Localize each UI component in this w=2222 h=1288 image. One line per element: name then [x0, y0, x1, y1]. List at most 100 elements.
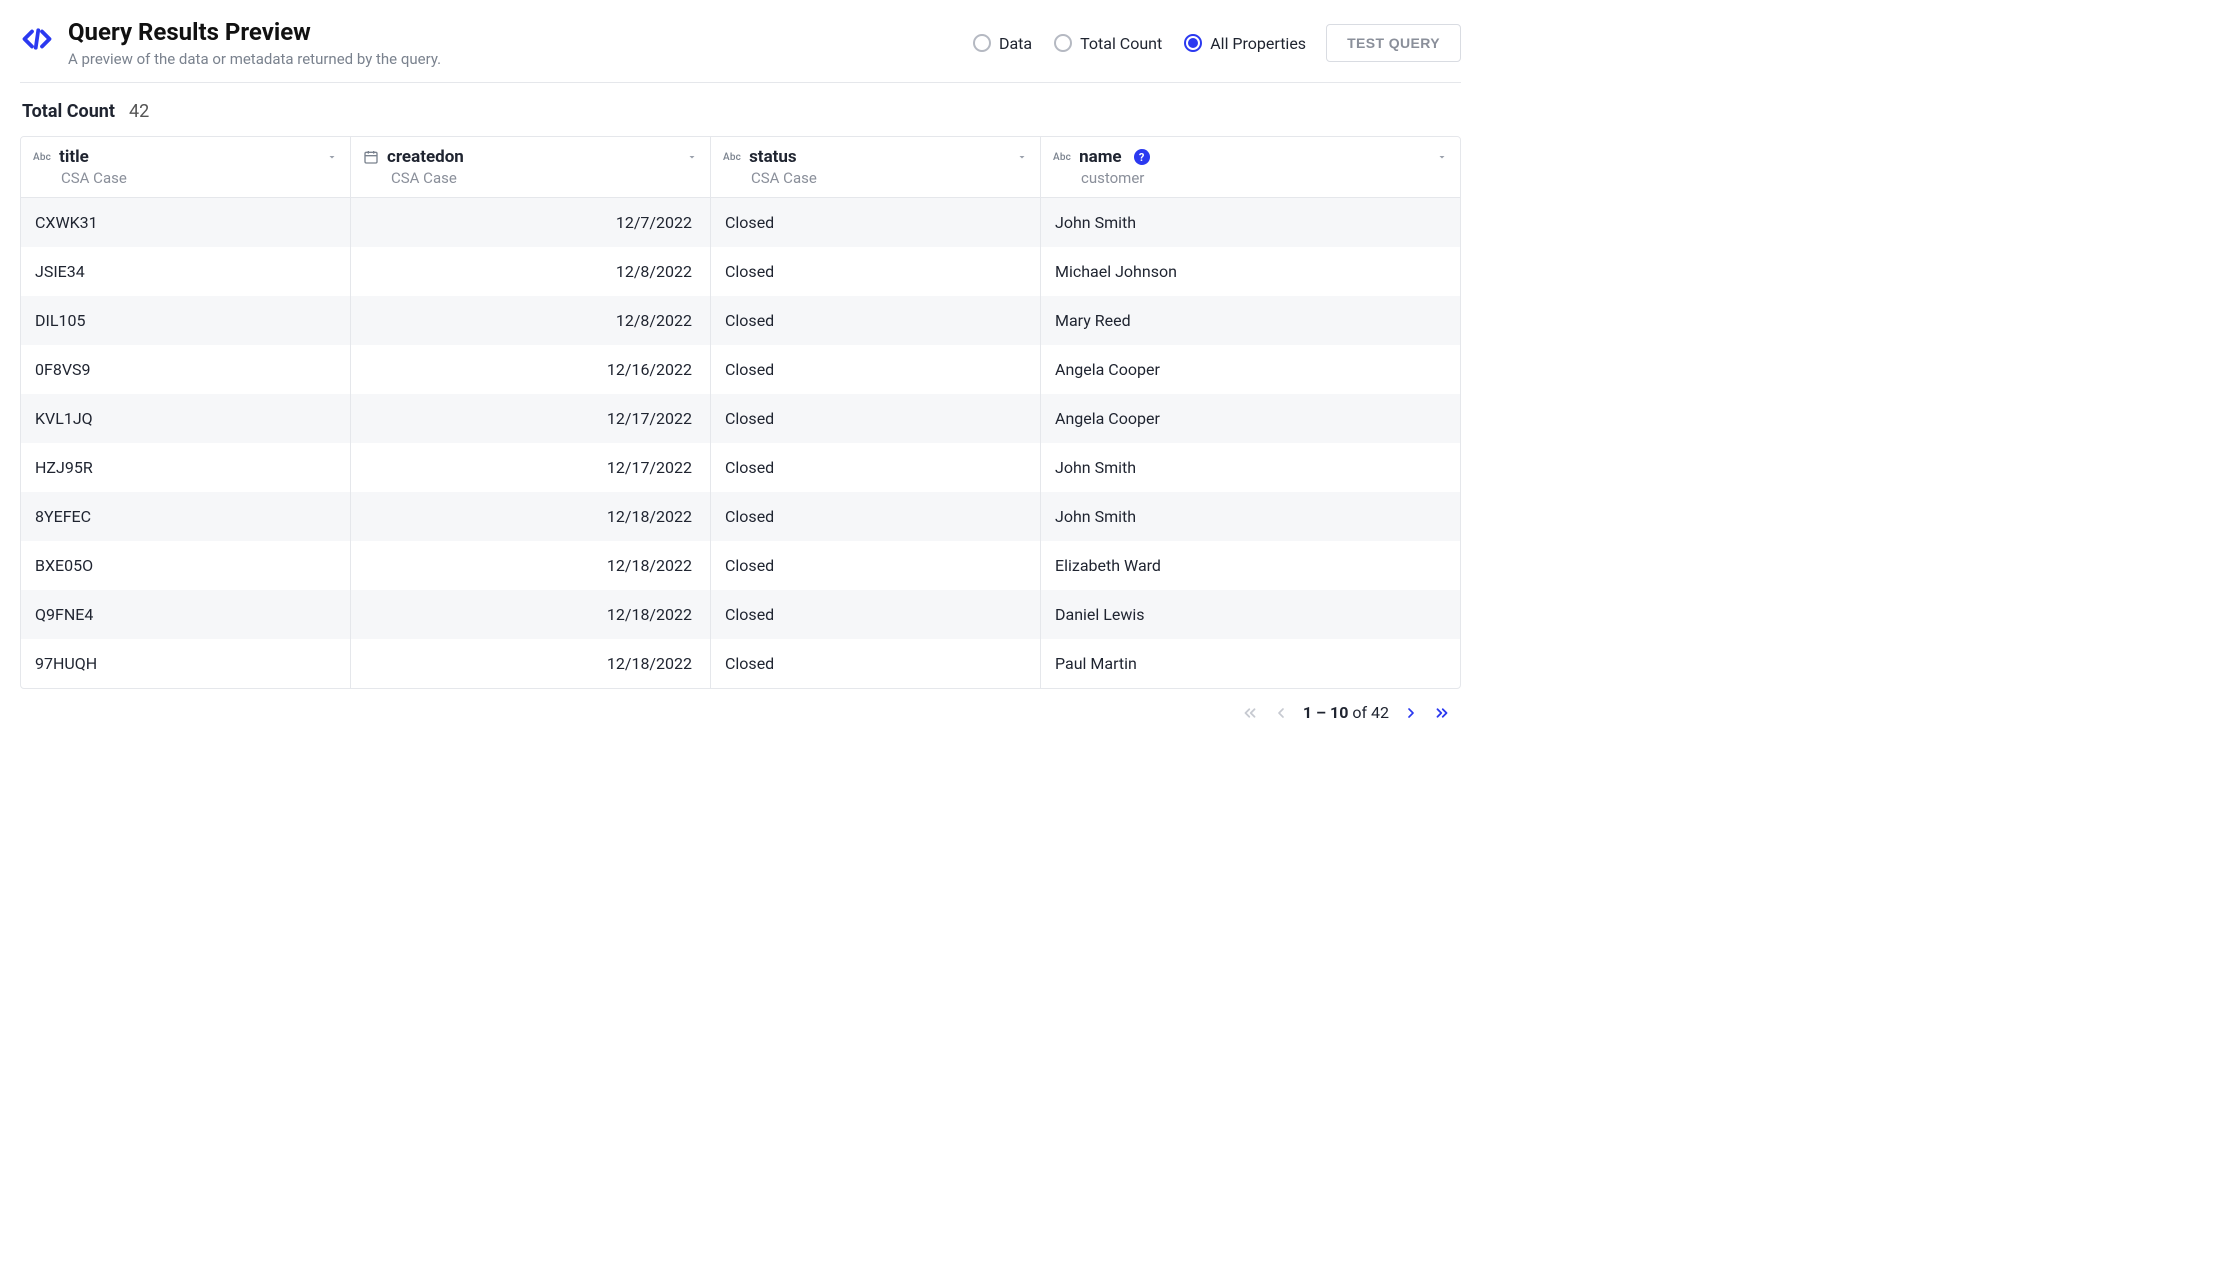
- header: Query Results Preview A preview of the d…: [20, 18, 1461, 83]
- table-row[interactable]: BXE05O12/18/2022ClosedElizabeth Ward: [21, 541, 1460, 590]
- cell-status: Closed: [711, 590, 1041, 639]
- radio-icon: [1184, 34, 1202, 52]
- pagination-range-numbers: 1 – 10: [1303, 703, 1349, 722]
- pagination-range: 1 – 10 of 42: [1303, 703, 1389, 722]
- cell-name: Angela Cooper: [1041, 345, 1460, 394]
- cell-name: John Smith: [1041, 492, 1460, 541]
- cell-status: Closed: [711, 492, 1041, 541]
- total-count-row: Total Count 42: [20, 83, 1461, 136]
- view-mode-radio-group: Data Total Count All Properties: [973, 34, 1306, 53]
- cell-status: Closed: [711, 394, 1041, 443]
- chevron-down-icon[interactable]: [1016, 151, 1028, 163]
- cell-createdon: 12/18/2022: [351, 492, 711, 541]
- column-header-createdon[interactable]: createdon CSA Case: [351, 137, 711, 198]
- pagination-last-button[interactable]: [1433, 704, 1451, 722]
- cell-createdon: 12/18/2022: [351, 639, 711, 688]
- cell-title: 8YEFEC: [21, 492, 351, 541]
- cell-title: JSIE34: [21, 247, 351, 296]
- cell-name: John Smith: [1041, 198, 1460, 247]
- radio-icon: [973, 34, 991, 52]
- column-name: createdon: [387, 147, 464, 167]
- cell-title: 97HUQH: [21, 639, 351, 688]
- cell-status: Closed: [711, 443, 1041, 492]
- pagination-total: 42: [1371, 703, 1389, 722]
- text-type-badge: Abc: [1053, 152, 1071, 163]
- column-name: name: [1079, 147, 1122, 167]
- pagination: 1 – 10 of 42: [20, 689, 1461, 722]
- view-mode-radio-total-count[interactable]: Total Count: [1054, 34, 1162, 53]
- cell-status: Closed: [711, 296, 1041, 345]
- table-header-row: AbctitleCSA CasecreatedonCSA CaseAbcstat…: [21, 137, 1460, 198]
- radio-label: Total Count: [1080, 34, 1162, 53]
- cell-createdon: 12/7/2022: [351, 198, 711, 247]
- column-sublabel: CSA Case: [61, 169, 338, 187]
- table-row[interactable]: 97HUQH12/18/2022ClosedPaul Martin: [21, 639, 1460, 688]
- column-name: title: [59, 147, 89, 167]
- cell-status: Closed: [711, 345, 1041, 394]
- chevron-down-icon[interactable]: [686, 151, 698, 163]
- table-row[interactable]: DIL10512/8/2022ClosedMary Reed: [21, 296, 1460, 345]
- cell-name: Angela Cooper: [1041, 394, 1460, 443]
- info-icon[interactable]: ?: [1134, 149, 1150, 165]
- pagination-first-button: [1241, 704, 1259, 722]
- cell-name: Michael Johnson: [1041, 247, 1460, 296]
- page-subtitle: A preview of the data or metadata return…: [68, 50, 441, 68]
- total-count-label: Total Count: [22, 101, 115, 122]
- table-row[interactable]: 8YEFEC12/18/2022ClosedJohn Smith: [21, 492, 1460, 541]
- cell-title: HZJ95R: [21, 443, 351, 492]
- test-query-button[interactable]: TEST QUERY: [1326, 24, 1461, 62]
- view-mode-radio-data[interactable]: Data: [973, 34, 1032, 53]
- table-row[interactable]: KVL1JQ12/17/2022ClosedAngela Cooper: [21, 394, 1460, 443]
- cell-status: Closed: [711, 639, 1041, 688]
- column-header-status[interactable]: Abc status CSA Case: [711, 137, 1041, 198]
- pagination-of-label: of: [1352, 703, 1367, 722]
- pagination-prev-button: [1273, 705, 1289, 721]
- cell-createdon: 12/8/2022: [351, 247, 711, 296]
- code-icon: [20, 22, 54, 56]
- column-sublabel: customer: [1081, 169, 1448, 187]
- cell-status: Closed: [711, 198, 1041, 247]
- column-sublabel: CSA Case: [391, 169, 698, 187]
- cell-createdon: 12/18/2022: [351, 541, 711, 590]
- cell-createdon: 12/8/2022: [351, 296, 711, 345]
- view-mode-radio-all-properties[interactable]: All Properties: [1184, 34, 1306, 53]
- column-header-name[interactable]: Abcname? customer: [1041, 137, 1460, 198]
- cell-title: KVL1JQ: [21, 394, 351, 443]
- table-row[interactable]: HZJ95R12/17/2022ClosedJohn Smith: [21, 443, 1460, 492]
- cell-status: Closed: [711, 541, 1041, 590]
- text-type-badge: Abc: [33, 152, 51, 163]
- table-body: CXWK3112/7/2022ClosedJohn SmithJSIE3412/…: [21, 198, 1460, 688]
- cell-name: Mary Reed: [1041, 296, 1460, 345]
- cell-createdon: 12/18/2022: [351, 590, 711, 639]
- radio-icon: [1054, 34, 1072, 52]
- table-row[interactable]: 0F8VS912/16/2022ClosedAngela Cooper: [21, 345, 1460, 394]
- cell-createdon: 12/17/2022: [351, 394, 711, 443]
- table-row[interactable]: JSIE3412/8/2022ClosedMichael Johnson: [21, 247, 1460, 296]
- cell-title: DIL105: [21, 296, 351, 345]
- pagination-next-button[interactable]: [1403, 705, 1419, 721]
- cell-title: 0F8VS9: [21, 345, 351, 394]
- cell-title: CXWK31: [21, 198, 351, 247]
- column-sublabel: CSA Case: [751, 169, 1028, 187]
- table-row[interactable]: CXWK3112/7/2022ClosedJohn Smith: [21, 198, 1460, 247]
- cell-name: John Smith: [1041, 443, 1460, 492]
- chevron-down-icon[interactable]: [326, 151, 338, 163]
- calendar-icon: [363, 149, 379, 165]
- cell-name: Paul Martin: [1041, 639, 1460, 688]
- cell-title: BXE05O: [21, 541, 351, 590]
- page-title: Query Results Preview: [68, 18, 441, 46]
- cell-status: Closed: [711, 247, 1041, 296]
- cell-name: Elizabeth Ward: [1041, 541, 1460, 590]
- text-type-badge: Abc: [723, 152, 741, 163]
- cell-name: Daniel Lewis: [1041, 590, 1460, 639]
- chevron-down-icon[interactable]: [1436, 151, 1448, 163]
- radio-label: Data: [999, 34, 1032, 53]
- cell-title: Q9FNE4: [21, 590, 351, 639]
- column-header-title[interactable]: Abc title CSA Case: [21, 137, 351, 198]
- cell-createdon: 12/17/2022: [351, 443, 711, 492]
- column-name: status: [749, 147, 797, 167]
- total-count-value: 42: [129, 101, 149, 122]
- radio-label: All Properties: [1210, 34, 1306, 53]
- cell-createdon: 12/16/2022: [351, 345, 711, 394]
- table-row[interactable]: Q9FNE412/18/2022ClosedDaniel Lewis: [21, 590, 1460, 639]
